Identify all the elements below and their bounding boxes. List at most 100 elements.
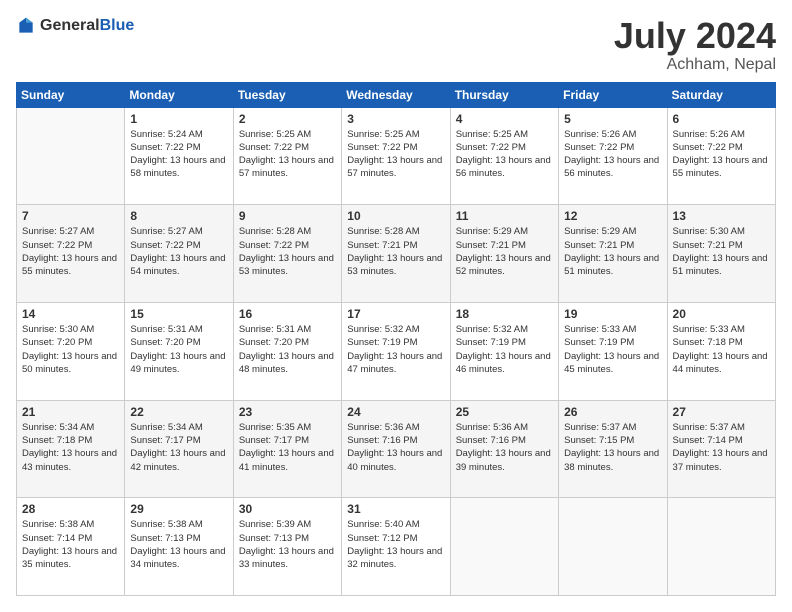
location-title: Achham, Nepal — [614, 56, 776, 74]
header-sunday: Sunday — [17, 82, 125, 107]
calendar-week-row: 21 Sunrise: 5:34 AMSunset: 7:18 PMDayligh… — [17, 400, 776, 498]
day-number: 21 — [22, 405, 119, 419]
day-number: 31 — [347, 502, 444, 516]
day-number: 13 — [673, 209, 770, 223]
day-number: 28 — [22, 502, 119, 516]
calendar-cell: 14 Sunrise: 5:30 AMSunset: 7:20 PMDayligh… — [17, 302, 125, 400]
calendar-cell: 21 Sunrise: 5:34 AMSunset: 7:18 PMDayligh… — [17, 400, 125, 498]
day-number: 5 — [564, 112, 661, 126]
calendar-cell: 12Sunrise: 5:29 AMSunset: 7:21 PMDayligh… — [559, 205, 667, 303]
day-number: 12 — [564, 209, 661, 223]
day-info: Sunrise: 5:36 AMSunset: 7:16 PMDaylight:… — [456, 421, 553, 474]
calendar-cell: 28Sunrise: 5:38 AMSunset: 7:14 PMDayligh… — [17, 498, 125, 596]
calendar-cell: 7 Sunrise: 5:27 AMSunset: 7:22 PMDaylight… — [17, 205, 125, 303]
day-info: Sunrise: 5:39 AMSunset: 7:13 PMDaylight:… — [239, 518, 336, 571]
calendar-cell: 19 Sunrise: 5:33 AMSunset: 7:19 PMDayligh… — [559, 302, 667, 400]
calendar-cell: 10 Sunrise: 5:28 AMSunset: 7:21 PMDayligh… — [342, 205, 450, 303]
day-info: Sunrise: 5:38 AMSunset: 7:13 PMDaylight:… — [130, 518, 227, 571]
day-number: 24 — [347, 405, 444, 419]
calendar-cell — [450, 498, 558, 596]
day-info: Sunrise: 5:37 AMSunset: 7:15 PMDaylight:… — [564, 421, 661, 474]
header-thursday: Thursday — [450, 82, 558, 107]
calendar-cell: 18Sunrise: 5:32 AMSunset: 7:19 PMDayligh… — [450, 302, 558, 400]
header-wednesday: Wednesday — [342, 82, 450, 107]
day-number: 8 — [130, 209, 227, 223]
header-friday: Friday — [559, 82, 667, 107]
day-number: 7 — [22, 209, 119, 223]
calendar-cell: 4 Sunrise: 5:25 AMSunset: 7:22 PMDaylight… — [450, 107, 558, 205]
calendar-body: 1 Sunrise: 5:24 AMSunset: 7:22 PMDaylight… — [17, 107, 776, 595]
day-info: Sunrise: 5:28 AMSunset: 7:22 PMDaylight:… — [239, 225, 336, 278]
calendar-week-row: 28Sunrise: 5:38 AMSunset: 7:14 PMDayligh… — [17, 498, 776, 596]
day-number: 25 — [456, 405, 553, 419]
day-number: 19 — [564, 307, 661, 321]
day-number: 18 — [456, 307, 553, 321]
page: GeneralBlue July 2024 Achham, Nepal Sund… — [0, 0, 792, 612]
calendar-cell: 17 Sunrise: 5:32 AMSunset: 7:19 PMDayligh… — [342, 302, 450, 400]
calendar-cell: 13 Sunrise: 5:30 AMSunset: 7:21 PMDayligh… — [667, 205, 775, 303]
calendar-week-row: 14 Sunrise: 5:30 AMSunset: 7:20 PMDayligh… — [17, 302, 776, 400]
day-number: 22 — [130, 405, 227, 419]
calendar-cell — [559, 498, 667, 596]
day-number: 2 — [239, 112, 336, 126]
calendar-cell: 22 Sunrise: 5:34 AMSunset: 7:17 PMDayligh… — [125, 400, 233, 498]
calendar-week-row: 7 Sunrise: 5:27 AMSunset: 7:22 PMDaylight… — [17, 205, 776, 303]
calendar-cell: 26Sunrise: 5:37 AMSunset: 7:15 PMDayligh… — [559, 400, 667, 498]
day-number: 11 — [456, 209, 553, 223]
day-number: 6 — [673, 112, 770, 126]
day-number: 1 — [130, 112, 227, 126]
day-info: Sunrise: 5:25 AMSunset: 7:22 PMDaylight:… — [456, 128, 553, 181]
calendar-cell: 24 Sunrise: 5:36 AMSunset: 7:16 PMDayligh… — [342, 400, 450, 498]
calendar-cell: 31 Sunrise: 5:40 AMSunset: 7:12 PMDayligh… — [342, 498, 450, 596]
header-tuesday: Tuesday — [233, 82, 341, 107]
logo: GeneralBlue — [16, 16, 134, 36]
day-info: Sunrise: 5:27 AMSunset: 7:22 PMDaylight:… — [130, 225, 227, 278]
day-info: Sunrise: 5:33 AMSunset: 7:19 PMDaylight:… — [564, 323, 661, 376]
header-monday: Monday — [125, 82, 233, 107]
calendar-cell: 6 Sunrise: 5:26 AMSunset: 7:22 PMDaylight… — [667, 107, 775, 205]
calendar-cell: 30 Sunrise: 5:39 AMSunset: 7:13 PMDayligh… — [233, 498, 341, 596]
header-row: Sunday Monday Tuesday Wednesday Thursday… — [17, 82, 776, 107]
day-number: 17 — [347, 307, 444, 321]
day-number: 23 — [239, 405, 336, 419]
day-number: 15 — [130, 307, 227, 321]
calendar-cell: 9 Sunrise: 5:28 AMSunset: 7:22 PMDaylight… — [233, 205, 341, 303]
day-info: Sunrise: 5:34 AMSunset: 7:18 PMDaylight:… — [22, 421, 119, 474]
day-info: Sunrise: 5:34 AMSunset: 7:17 PMDaylight:… — [130, 421, 227, 474]
day-info: Sunrise: 5:32 AMSunset: 7:19 PMDaylight:… — [347, 323, 444, 376]
day-info: Sunrise: 5:31 AMSunset: 7:20 PMDaylight:… — [239, 323, 336, 376]
day-number: 27 — [673, 405, 770, 419]
logo-general: General — [40, 17, 100, 34]
day-info: Sunrise: 5:40 AMSunset: 7:12 PMDaylight:… — [347, 518, 444, 571]
calendar-cell: 23 Sunrise: 5:35 AMSunset: 7:17 PMDayligh… — [233, 400, 341, 498]
day-info: Sunrise: 5:35 AMSunset: 7:17 PMDaylight:… — [239, 421, 336, 474]
day-info: Sunrise: 5:26 AMSunset: 7:22 PMDaylight:… — [673, 128, 770, 181]
day-info: Sunrise: 5:24 AMSunset: 7:22 PMDaylight:… — [130, 128, 227, 181]
day-info: Sunrise: 5:25 AMSunset: 7:22 PMDaylight:… — [239, 128, 336, 181]
header-saturday: Saturday — [667, 82, 775, 107]
day-number: 4 — [456, 112, 553, 126]
calendar-cell: 5Sunrise: 5:26 AMSunset: 7:22 PMDaylight… — [559, 107, 667, 205]
day-info: Sunrise: 5:36 AMSunset: 7:16 PMDaylight:… — [347, 421, 444, 474]
calendar-header: Sunday Monday Tuesday Wednesday Thursday… — [17, 82, 776, 107]
day-number: 30 — [239, 502, 336, 516]
day-info: Sunrise: 5:28 AMSunset: 7:21 PMDaylight:… — [347, 225, 444, 278]
day-info: Sunrise: 5:30 AMSunset: 7:20 PMDaylight:… — [22, 323, 119, 376]
day-info: Sunrise: 5:27 AMSunset: 7:22 PMDaylight:… — [22, 225, 119, 278]
calendar-table: Sunday Monday Tuesday Wednesday Thursday… — [16, 82, 776, 596]
calendar-cell: 25 Sunrise: 5:36 AMSunset: 7:16 PMDayligh… — [450, 400, 558, 498]
day-number: 14 — [22, 307, 119, 321]
calendar-cell: 29Sunrise: 5:38 AMSunset: 7:13 PMDayligh… — [125, 498, 233, 596]
title-block: July 2024 Achham, Nepal — [614, 16, 776, 74]
day-number: 10 — [347, 209, 444, 223]
day-info: Sunrise: 5:30 AMSunset: 7:21 PMDaylight:… — [673, 225, 770, 278]
day-number: 20 — [673, 307, 770, 321]
day-number: 3 — [347, 112, 444, 126]
calendar-cell: 16Sunrise: 5:31 AMSunset: 7:20 PMDayligh… — [233, 302, 341, 400]
calendar-cell: 15Sunrise: 5:31 AMSunset: 7:20 PMDayligh… — [125, 302, 233, 400]
day-number: 9 — [239, 209, 336, 223]
header: GeneralBlue July 2024 Achham, Nepal — [16, 16, 776, 74]
month-year-title: July 2024 — [614, 16, 776, 56]
day-info: Sunrise: 5:29 AMSunset: 7:21 PMDaylight:… — [456, 225, 553, 278]
logo-icon — [16, 16, 36, 36]
